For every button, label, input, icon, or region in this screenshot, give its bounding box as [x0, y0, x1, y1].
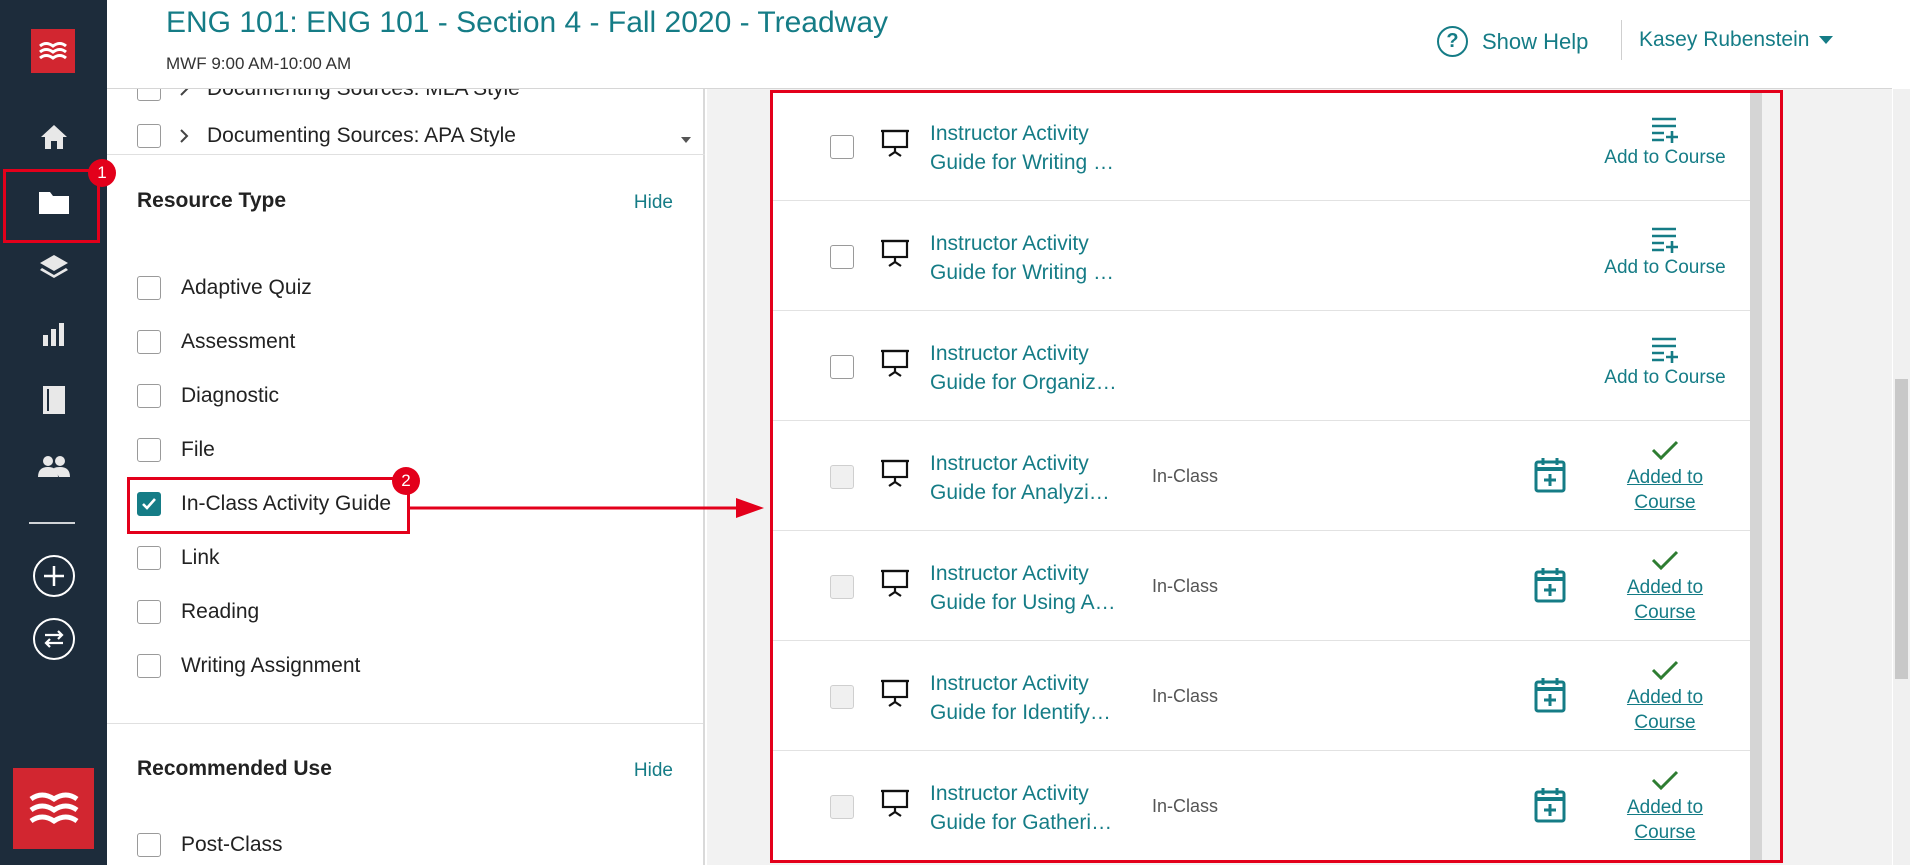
filter-option-label: Writing Assignment	[181, 654, 361, 677]
filter-option[interactable]: Link	[137, 544, 220, 572]
scroll-down-arrow-icon[interactable]	[681, 137, 691, 143]
page-scrollbar[interactable]	[1893, 89, 1910, 865]
filter-checkbox[interactable]	[137, 654, 161, 678]
annotation-arrow	[408, 498, 764, 518]
tree-checkbox[interactable]	[137, 124, 161, 148]
tree-item[interactable]: Documenting Sources: APA Style	[137, 123, 516, 149]
page-scrollbar-thumb[interactable]	[1895, 379, 1908, 679]
plus-circle-icon	[32, 555, 75, 597]
filter-option-label: Link	[181, 546, 220, 569]
nav-people[interactable]	[0, 435, 107, 497]
filter-option-label: Reading	[181, 600, 260, 623]
page-title: ENG 101: ENG 101 - Section 4 - Fall 2020…	[166, 6, 889, 39]
user-name: Kasey Rubenstein	[1639, 28, 1810, 51]
filter-option[interactable]: Reading	[137, 598, 259, 626]
filter-checkbox[interactable]	[137, 438, 161, 462]
nav-switch-course[interactable]	[0, 608, 107, 670]
home-icon	[40, 125, 67, 149]
filter-checkbox[interactable]	[137, 600, 161, 624]
filter-option-label: Assessment	[181, 330, 296, 353]
brand-logo-bottom	[13, 768, 94, 849]
course-header: ENG 101: ENG 101 - Section 4 - Fall 2020…	[107, 0, 1892, 89]
help-icon: ?	[1437, 26, 1468, 57]
filter-option[interactable]: Post-Class	[137, 831, 283, 859]
nav-assignments[interactable]	[0, 237, 107, 299]
chapter-tree[interactable]: Documenting Sources: MLA Style Documenti…	[107, 89, 705, 155]
filter-option-label: Adaptive Quiz	[181, 276, 312, 299]
bar-chart-icon	[42, 323, 64, 346]
resource-type-heading: Resource Type	[137, 189, 286, 212]
filter-option[interactable]: Assessment	[137, 328, 295, 356]
rail-divider	[29, 522, 75, 524]
annotation-box-filter	[127, 477, 410, 534]
course-schedule: MWF 9:00 AM-10:00 AM	[166, 54, 352, 73]
filter-divider	[107, 723, 703, 724]
user-menu[interactable]: Kasey Rubenstein	[1639, 28, 1834, 52]
filter-option[interactable]: Diagnostic	[137, 382, 279, 410]
filter-checkbox[interactable]	[137, 833, 161, 857]
nav-home[interactable]	[0, 106, 107, 168]
nav-reports[interactable]	[0, 303, 107, 365]
annotation-box-results	[770, 90, 1783, 863]
tree-checkbox[interactable]	[137, 89, 161, 101]
filter-checkbox[interactable]	[137, 384, 161, 408]
show-help-label: Show Help	[1482, 28, 1589, 54]
nav-create[interactable]	[0, 545, 107, 607]
filter-option-label: Diagnostic	[181, 384, 280, 407]
resource-type-hide-link[interactable]: Hide	[634, 192, 673, 214]
layers-icon	[39, 255, 68, 278]
filter-checkbox[interactable]	[137, 546, 161, 570]
annotation-badge: 2	[392, 467, 420, 495]
tree-item[interactable]: Documenting Sources: MLA Style	[137, 89, 520, 102]
tree-item-label: Documenting Sources: APA Style	[207, 124, 516, 147]
filter-option-label: Post-Class	[181, 833, 283, 856]
header-divider	[1621, 20, 1622, 60]
swap-icon	[32, 618, 75, 660]
left-nav-rail	[0, 0, 107, 865]
recommended-use-heading: Recommended Use	[137, 757, 332, 780]
chevron-right-icon	[180, 129, 189, 143]
tree-item-label: Documenting Sources: MLA Style	[207, 89, 520, 101]
brand-logo[interactable]	[31, 29, 75, 73]
filter-option[interactable]: File	[137, 436, 215, 464]
filter-checkbox[interactable]	[137, 276, 161, 300]
recommended-use-hide-link[interactable]: Hide	[634, 760, 673, 782]
nav-ebook[interactable]	[0, 369, 107, 431]
chevron-down-icon	[1819, 36, 1834, 44]
filter-checkbox[interactable]	[137, 330, 161, 354]
annotation-box-nav	[3, 169, 100, 243]
filter-option[interactable]: Adaptive Quiz	[137, 274, 312, 302]
chevron-right-icon	[180, 89, 189, 96]
people-icon	[37, 456, 70, 477]
show-help-button[interactable]: ? Show Help	[1437, 26, 1588, 57]
filter-option-label: File	[181, 438, 215, 461]
filter-option[interactable]: Writing Assignment	[137, 652, 360, 680]
notebook-icon	[42, 386, 65, 414]
annotation-badge: 1	[88, 159, 116, 187]
